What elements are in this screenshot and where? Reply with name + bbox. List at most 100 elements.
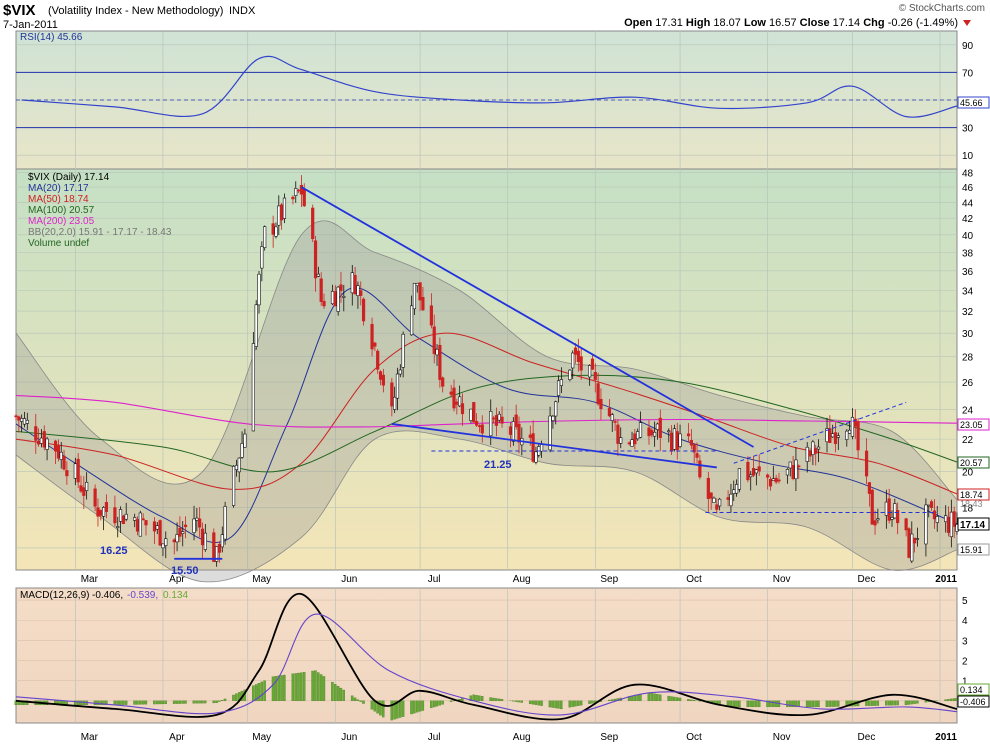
annotation-15-50: 15.50 <box>171 565 199 577</box>
macd-hist-bar <box>498 699 500 701</box>
macd-hist-bar <box>786 701 788 707</box>
macd-hist-bar <box>538 701 540 705</box>
tag-macd: -0.406 <box>960 697 986 707</box>
macd-hist-bar <box>888 701 890 705</box>
candle-body <box>66 470 69 475</box>
macd-hist-bar <box>263 681 265 701</box>
macd-hist-bar <box>817 701 819 707</box>
candle-body <box>34 427 37 441</box>
candle-body <box>453 388 456 408</box>
candle-body <box>851 417 854 436</box>
macd-hist-bar <box>419 701 421 712</box>
macd-hist-bar <box>300 673 302 701</box>
price-tick-label: 20 <box>962 468 974 479</box>
candle-body <box>716 505 719 510</box>
macd-hist-bar <box>382 701 384 717</box>
candle-body <box>133 517 136 520</box>
candle-body <box>393 397 396 409</box>
candle-body <box>509 427 512 435</box>
candle-body <box>201 529 204 545</box>
candle-body <box>659 418 662 437</box>
macd-hist-bar <box>117 701 119 705</box>
candle-body <box>831 434 834 437</box>
macd-legend-name: MACD(12,26,9) <box>20 590 89 601</box>
candle-body <box>164 539 167 546</box>
candle-body <box>105 502 108 511</box>
quote-low: 16.57 <box>769 17 800 29</box>
candle-body <box>817 447 820 449</box>
candle-body <box>97 508 100 517</box>
macd-hist-bar <box>331 682 333 701</box>
candle-body <box>730 494 733 506</box>
macd-hist-bar <box>198 701 200 703</box>
candle-body <box>535 452 538 462</box>
month-label: Jul <box>428 574 441 585</box>
candle-body <box>263 227 266 248</box>
bb-legend: BB(20,2.0) 15.91 - 17.17 - 18.43 <box>28 227 172 238</box>
candle-body <box>15 416 18 417</box>
macd-hist-bar <box>908 701 910 705</box>
candle-body <box>648 428 651 436</box>
macd-hist-bar <box>450 701 452 702</box>
candle-body <box>294 188 297 195</box>
macd-hist-bar <box>196 701 198 703</box>
macd-hist-bar <box>809 701 811 707</box>
macd-hist-bar <box>422 701 424 711</box>
macd-hist-bar <box>162 701 164 704</box>
macd-hist-bar <box>639 694 641 700</box>
candle-body <box>179 528 182 536</box>
macd-hist-bar <box>648 693 650 701</box>
macd-hist-bar <box>571 701 573 707</box>
candle-body <box>20 418 23 421</box>
candle-body <box>399 370 402 374</box>
macd-legend-value: -0.406, <box>92 590 123 601</box>
candle-body <box>193 519 196 533</box>
macd-hist-bar <box>312 671 314 701</box>
candle-body <box>812 442 815 455</box>
candle-body <box>244 434 247 447</box>
month-label: 2011 <box>935 574 957 585</box>
macd-hist-bar <box>750 701 752 707</box>
candle-body <box>458 397 461 406</box>
price-tick-label: 46 <box>962 183 974 194</box>
month-label: Nov <box>773 732 791 743</box>
candle-body <box>261 246 264 268</box>
candle-body <box>382 375 385 385</box>
candle-body <box>894 504 897 518</box>
ma20-legend: MA(20) 17.17 <box>28 183 89 194</box>
candle-body <box>631 440 634 447</box>
macd-hist-bar <box>532 701 534 705</box>
price-tick-label: 42 <box>962 214 974 225</box>
candle-body <box>619 438 622 444</box>
price-tick-label: 36 <box>962 267 974 278</box>
candle-body <box>162 544 165 548</box>
candle-body <box>122 516 125 524</box>
macd-hist-bar <box>165 701 167 704</box>
candle-body <box>461 404 464 414</box>
macd-hist-bar <box>213 701 215 703</box>
macd-hist-bar <box>371 701 373 710</box>
macd-hist-bar <box>515 701 517 702</box>
macd-hist-bar <box>925 701 927 702</box>
candle-body <box>617 425 620 444</box>
macd-hist-bar <box>413 701 415 713</box>
month-label: Aug <box>513 732 531 743</box>
candle-body <box>340 285 343 291</box>
candle-body <box>275 227 278 236</box>
candle-body <box>80 486 83 492</box>
candle-body <box>436 349 439 355</box>
candle-body <box>379 372 382 380</box>
macd-hist-bar <box>492 698 494 701</box>
candle-body <box>676 431 679 449</box>
candle-body <box>391 383 394 406</box>
candle-body <box>232 466 235 505</box>
candle-body <box>775 478 778 482</box>
macd-hist-bar <box>651 693 653 701</box>
candle-body <box>597 384 600 404</box>
macd-hist-bar <box>340 688 342 701</box>
candle-body <box>891 517 894 519</box>
candle-body <box>255 305 258 347</box>
candle-body <box>419 283 422 300</box>
ma50-legend: MA(50) 18.74 <box>28 194 89 205</box>
macd-hist-bar <box>913 701 915 704</box>
